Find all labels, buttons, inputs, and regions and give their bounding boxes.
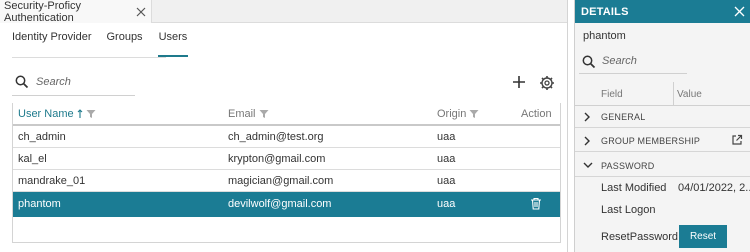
value-last-modified: 04/01/2022, 2... xyxy=(678,182,750,194)
column-divider xyxy=(673,82,674,106)
subtab-divider xyxy=(12,57,166,58)
table-row-selected[interactable]: phantom devilwolf@gmail.com uaa xyxy=(12,192,561,217)
column-label: Origin xyxy=(437,108,467,120)
cell-origin: uaa xyxy=(437,198,456,210)
field-reset-password: ResetPassword xyxy=(601,231,679,243)
subtab-bar: Identity Provider Groups Users xyxy=(12,32,203,57)
group-general[interactable]: GENERAL xyxy=(575,106,750,128)
table-row[interactable]: kal_el krypton@gmail.com uaa xyxy=(12,148,561,170)
column-label-field: Field xyxy=(601,89,623,100)
table-header: User Name Email Origin Action xyxy=(12,103,561,126)
close-icon[interactable] xyxy=(734,6,745,17)
cell-origin: uaa xyxy=(437,175,456,187)
search-icon xyxy=(15,75,29,89)
details-column-header: Field Value xyxy=(575,82,750,106)
details-search-input[interactable]: Search xyxy=(579,50,687,74)
group-membership[interactable]: GROUP MEMBERSHIP xyxy=(575,130,750,152)
column-label: User Name xyxy=(18,108,74,120)
details-header: DETAILS xyxy=(575,0,750,23)
cell-email: ch_admin@test.org xyxy=(228,131,324,143)
search-icon xyxy=(582,55,596,69)
chevron-right-icon xyxy=(584,112,590,122)
chevron-down-icon xyxy=(583,162,593,168)
details-panel: DETAILS phantom Search Field Value GENER… xyxy=(574,0,750,252)
cell-user-name: phantom xyxy=(18,198,61,210)
close-icon[interactable] xyxy=(134,5,148,19)
group-label: GENERAL xyxy=(601,112,646,122)
field-last-logon: Last Logon xyxy=(601,204,656,216)
cell-email: magician@gmail.com xyxy=(228,175,334,187)
column-header-action: Action xyxy=(521,108,552,120)
external-link-icon[interactable] xyxy=(731,134,743,146)
trash-icon[interactable] xyxy=(530,197,542,210)
cell-origin: uaa xyxy=(437,153,456,165)
reset-button[interactable]: Reset xyxy=(679,225,727,248)
group-label: GROUP MEMBERSHIP xyxy=(601,136,701,146)
tab-identity-provider[interactable]: Identity Provider xyxy=(12,32,91,57)
column-label: Action xyxy=(521,108,552,120)
search-placeholder: Search xyxy=(36,76,71,88)
search-input[interactable]: Search xyxy=(12,70,135,96)
details-user-name: phantom xyxy=(583,30,626,42)
add-icon[interactable] xyxy=(512,75,526,89)
column-label-value: Value xyxy=(677,89,702,100)
details-title: DETAILS xyxy=(581,6,629,18)
filter-icon[interactable] xyxy=(86,109,96,119)
filter-icon[interactable] xyxy=(259,109,269,119)
document-tab[interactable]: Security-Proficy Authentication xyxy=(0,0,152,24)
column-header-email[interactable]: Email xyxy=(228,108,269,120)
cell-origin: uaa xyxy=(437,131,456,143)
cell-user-name: mandrake_01 xyxy=(18,175,86,187)
column-label: Email xyxy=(228,108,256,120)
group-password[interactable]: PASSWORD xyxy=(575,155,750,177)
field-last-modified: Last Modified xyxy=(601,182,667,194)
document-tab-title: Security-Proficy Authentication xyxy=(4,0,82,24)
details-search-placeholder: Search xyxy=(602,55,637,67)
filter-icon[interactable] xyxy=(469,109,479,119)
cell-email: devilwolf@gmail.com xyxy=(228,198,332,210)
chevron-right-icon xyxy=(584,136,590,146)
gear-icon[interactable] xyxy=(539,75,555,91)
cell-user-name: ch_admin xyxy=(18,131,66,143)
document-tab-bar: Security-Proficy Authentication xyxy=(0,0,567,24)
sort-ascending-icon xyxy=(77,109,83,118)
tab-groups[interactable]: Groups xyxy=(106,32,142,57)
table-row[interactable]: ch_admin ch_admin@test.org uaa xyxy=(12,126,561,148)
users-table: User Name Email Origin Action ch_admin c… xyxy=(12,103,561,217)
column-header-origin[interactable]: Origin xyxy=(437,108,479,120)
users-panel: Security-Proficy Authentication Identity… xyxy=(0,0,568,252)
column-header-user-name[interactable]: User Name xyxy=(18,108,96,120)
table-row[interactable]: mandrake_01 magician@gmail.com uaa xyxy=(12,170,561,192)
cell-user-name: kal_el xyxy=(18,153,47,165)
group-label: PASSWORD xyxy=(601,161,655,171)
tab-users[interactable]: Users xyxy=(157,32,189,57)
cell-email: krypton@gmail.com xyxy=(228,153,326,165)
